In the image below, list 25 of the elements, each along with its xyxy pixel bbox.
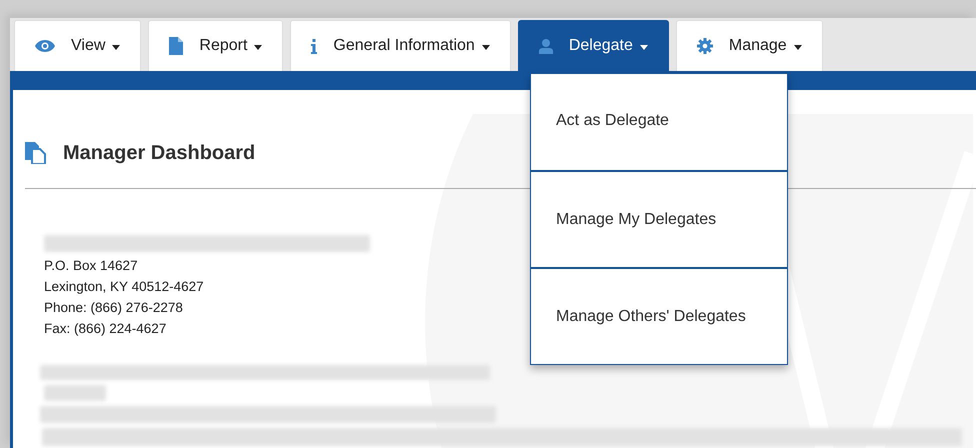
caret-icon (112, 44, 120, 50)
menu-item[interactable]: Manage Others' Delegates (531, 267, 787, 364)
info-icon (311, 38, 318, 54)
address-line: P.O. Box 14627 (44, 257, 138, 275)
caret-icon (640, 44, 648, 50)
menu-item[interactable]: Manage My Delegates (531, 170, 787, 267)
eye-icon (35, 40, 55, 52)
file-icon (169, 37, 184, 55)
nav-tab[interactable]: Report (148, 20, 284, 71)
documents-icon (25, 142, 47, 164)
user-icon (538, 38, 553, 54)
nav-tab[interactable]: Manage (676, 20, 823, 71)
caret-icon (794, 44, 802, 50)
nav-tab[interactable]: View (14, 20, 142, 71)
nav-tab[interactable]: General Information (290, 20, 511, 71)
address-line: Fax: (866) 224-4627 (44, 320, 166, 338)
page-title: Manager Dashboard (63, 142, 256, 164)
gear-icon (696, 38, 713, 54)
caret-icon (482, 44, 490, 50)
address-line: Phone: (866) 276-2278 (44, 299, 183, 317)
blurred-text (44, 385, 106, 401)
caret-icon (254, 44, 262, 50)
menu-item[interactable]: Act as Delegate (531, 74, 787, 170)
address-line: Lexington, KY 40512-4627 (44, 278, 204, 296)
nav-tab[interactable]: Delegate (518, 20, 669, 71)
